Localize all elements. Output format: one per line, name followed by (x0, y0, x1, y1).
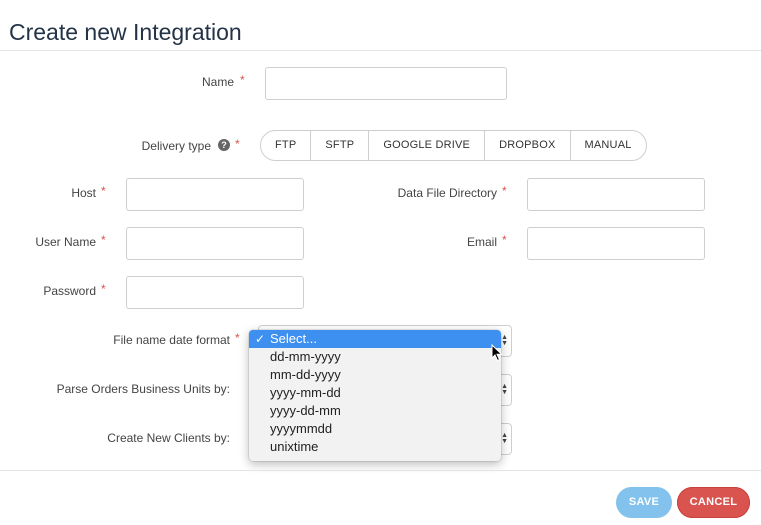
select-arrows-icon: ▲ ▼ (501, 383, 508, 396)
checkmark-icon: ✓ (255, 332, 266, 346)
dropdown-option-label: Select... (270, 331, 317, 346)
data-file-directory-label: Data File Directory (397, 186, 497, 200)
data-file-directory-required-mark: * (502, 184, 507, 198)
name-label: Name (201, 75, 234, 89)
delivery-type-required-mark: * (235, 137, 240, 151)
header-divider (0, 50, 761, 51)
cancel-button[interactable]: CANCEL (677, 487, 750, 518)
password-label: Password (43, 284, 96, 298)
footer-divider (0, 470, 761, 471)
host-input[interactable] (126, 178, 304, 211)
select-arrows-icon: ▲ ▼ (501, 432, 508, 445)
dropdown-option-select[interactable]: ✓ Select... (249, 330, 501, 348)
help-icon[interactable]: ? (218, 139, 230, 151)
host-label: Host (71, 186, 96, 200)
mouse-pointer-icon (491, 344, 503, 362)
host-required-mark: * (101, 184, 106, 198)
dropdown-option-unixtime[interactable]: unixtime (249, 438, 501, 456)
delivery-option-google-drive[interactable]: GOOGLE DRIVE (369, 131, 486, 160)
delivery-type-segmented-control: FTP SFTP GOOGLE DRIVE DROPBOX MANUAL (260, 130, 647, 161)
dropdown-option-mm-dd-yyyy[interactable]: mm-dd-yyyy (249, 366, 501, 384)
delivery-option-ftp[interactable]: FTP (261, 131, 312, 160)
user-name-required-mark: * (101, 233, 106, 247)
parse-orders-business-units-label: Parse Orders Business Units by: (56, 382, 230, 396)
email-input[interactable] (527, 227, 705, 260)
dropdown-option-label: mm-dd-yyyy (270, 367, 341, 382)
delivery-type-label: Delivery type (141, 139, 211, 153)
date-format-dropdown-menu: ✓ Select... dd-mm-yyyy mm-dd-yyyy yyyy-m… (249, 330, 501, 461)
user-name-input[interactable] (126, 227, 304, 260)
email-label: Email (466, 235, 497, 249)
delivery-option-dropbox[interactable]: DROPBOX (485, 131, 571, 160)
dropdown-option-label: yyyy-dd-mm (270, 403, 341, 418)
dropdown-option-yyyymmdd[interactable]: yyyymmdd (249, 420, 501, 438)
password-input[interactable] (126, 276, 304, 309)
name-input[interactable] (265, 67, 507, 100)
dropdown-option-label: yyyy-mm-dd (270, 385, 341, 400)
page-title: Create new Integration (9, 19, 242, 46)
save-button[interactable]: SAVE (616, 487, 672, 518)
file-name-date-format-label: File name date format (113, 333, 230, 347)
email-required-mark: * (502, 233, 507, 247)
dropdown-option-label: dd-mm-yyyy (270, 349, 341, 364)
dropdown-option-label: unixtime (270, 439, 319, 454)
dropdown-option-yyyy-dd-mm[interactable]: yyyy-dd-mm (249, 402, 501, 420)
create-new-clients-label: Create New Clients by: (107, 431, 230, 445)
data-file-directory-input[interactable] (527, 178, 705, 211)
dropdown-option-dd-mm-yyyy[interactable]: dd-mm-yyyy (249, 348, 501, 366)
file-name-date-format-required-mark: * (235, 331, 240, 345)
user-name-label: User Name (35, 235, 96, 249)
password-required-mark: * (101, 282, 106, 296)
delivery-option-manual[interactable]: MANUAL (571, 131, 646, 160)
name-required-mark: * (240, 73, 245, 87)
delivery-option-sftp[interactable]: SFTP (311, 131, 370, 160)
dropdown-option-yyyy-mm-dd[interactable]: yyyy-mm-dd (249, 384, 501, 402)
dropdown-option-label: yyyymmdd (270, 421, 333, 436)
